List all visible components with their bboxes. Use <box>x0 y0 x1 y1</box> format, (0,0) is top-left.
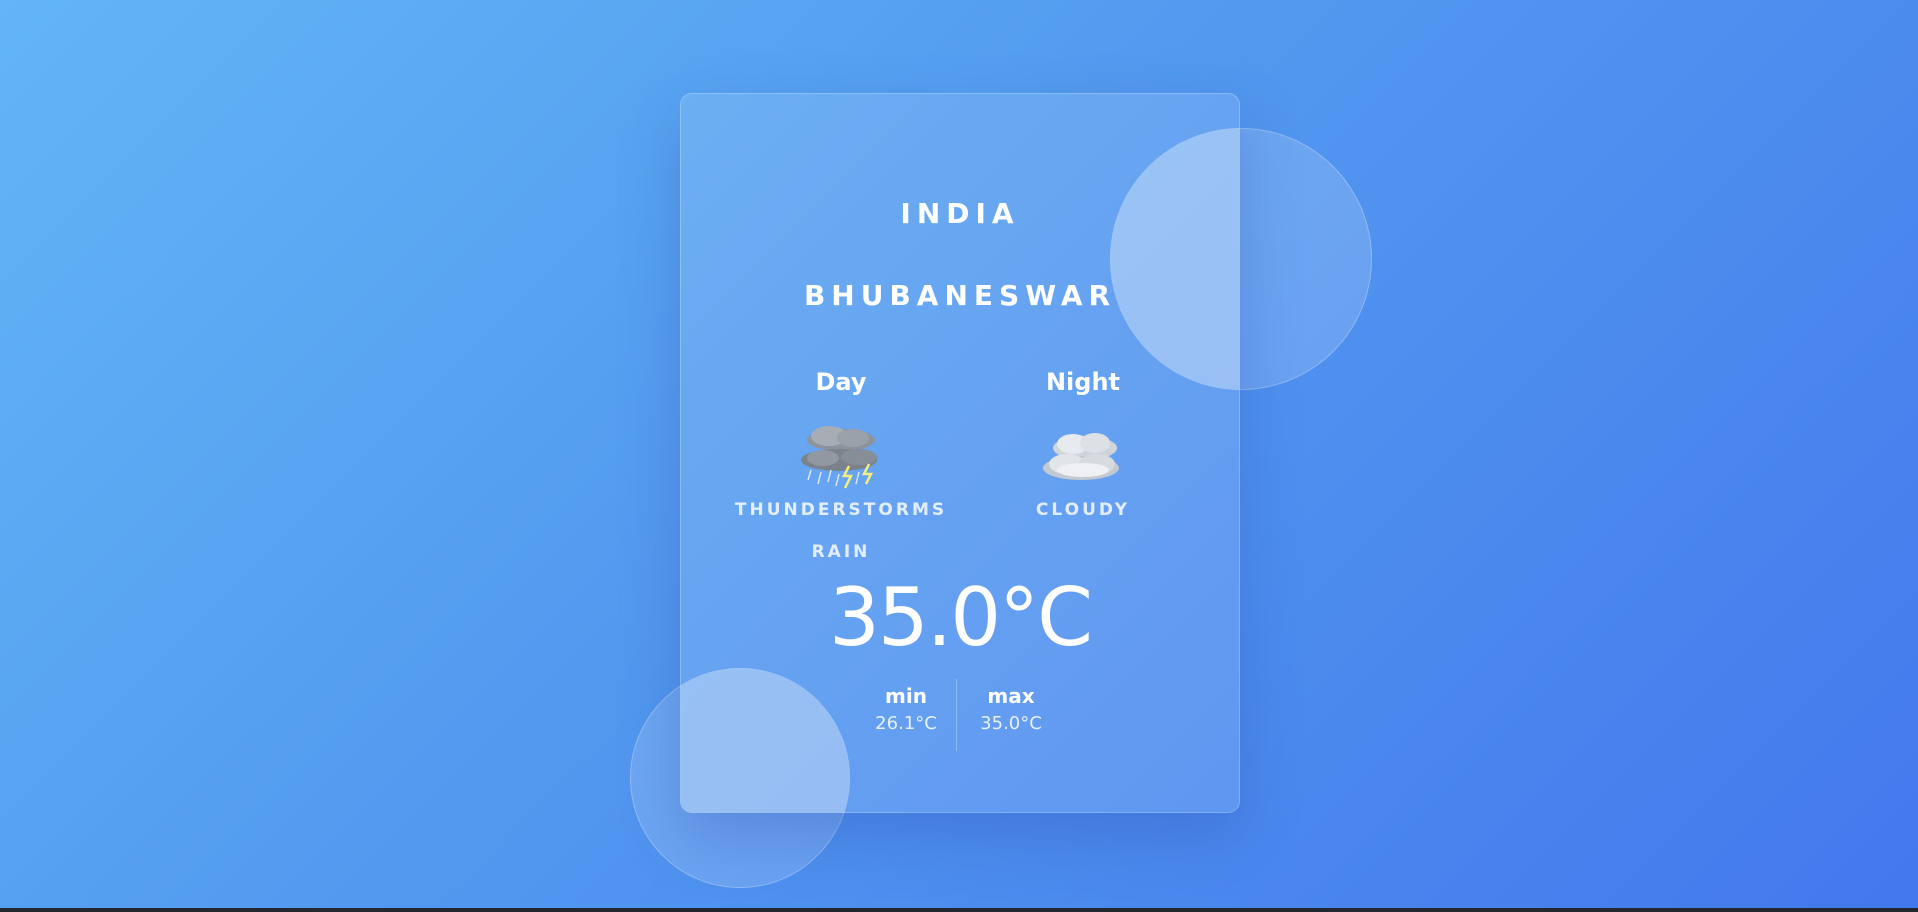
min-temperature: min 26.1°C <box>861 679 951 737</box>
min-max-temperature: min 26.1°C max 35.0°C <box>861 679 1061 751</box>
day-forecast: Day THUNDERSTORMS <box>721 362 961 520</box>
precipitation-type: RAIN <box>811 542 871 562</box>
min-label: min <box>885 684 927 708</box>
divider <box>956 679 957 751</box>
max-label: max <box>987 684 1035 708</box>
card-circle-overlay-bottom <box>681 669 849 812</box>
night-condition: CLOUDY <box>1035 500 1131 520</box>
bottom-bar <box>0 908 1918 912</box>
thunderstorm-icon <box>801 426 877 489</box>
min-value: 26.1°C <box>875 713 937 734</box>
day-label: Day <box>815 368 867 396</box>
day-condition: THUNDERSTORMS <box>734 500 948 520</box>
max-value: 35.0°C <box>980 713 1042 734</box>
max-temperature: max 35.0°C <box>966 679 1056 737</box>
current-temperature: 35.0°C <box>829 571 1093 664</box>
night-forecast: Night CLOUDY <box>963 362 1203 520</box>
card-circle-overlay-top <box>1111 129 1239 389</box>
country-name: INDIA <box>900 197 1020 230</box>
weather-card: INDIA BHUBANESWAR Day THUNDERSTORMS Nigh… <box>680 93 1240 813</box>
city-name: BHUBANESWAR <box>803 279 1117 312</box>
night-label: Night <box>1045 368 1121 396</box>
cloudy-icon <box>1043 433 1119 480</box>
